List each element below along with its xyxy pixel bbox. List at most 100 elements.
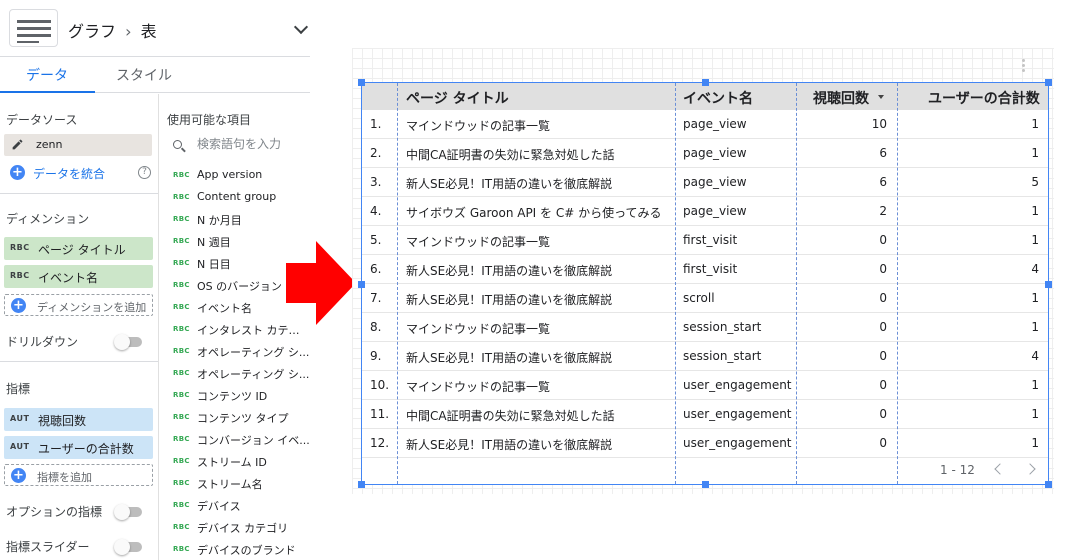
more-vert-icon[interactable]	[1022, 59, 1026, 75]
optional-metrics-toggle[interactable]	[114, 504, 142, 520]
available-fields-title: 使用可能な項目	[167, 113, 252, 127]
field-item[interactable]: RBC N か月目	[159, 209, 310, 231]
dimension-chip-event-name[interactable]: RBC イベント名	[4, 265, 153, 288]
cell-total-users: 1	[1031, 407, 1039, 421]
row-index: 4.	[370, 204, 382, 218]
add-dimension-button[interactable]: + ディメンションを追加	[4, 294, 153, 316]
header-event-name[interactable]: イベント名	[683, 88, 753, 108]
red-arrow-icon	[286, 241, 356, 325]
field-item[interactable]: RBC デバイス	[159, 495, 310, 517]
row-index: 6.	[370, 262, 382, 276]
cell-event-name: first_visit	[683, 233, 738, 247]
tab-style[interactable]: スタイル	[116, 65, 172, 85]
field-label: ストリーム名	[197, 478, 263, 491]
field-item[interactable]: RBC ストリーム ID	[159, 451, 310, 473]
resize-handle[interactable]	[358, 281, 365, 288]
field-item[interactable]: RBC Content group	[159, 187, 310, 209]
dimension-chip-page-title[interactable]: RBC ページ タイトル	[4, 237, 153, 260]
divider	[0, 361, 158, 362]
tab-data[interactable]: データ	[26, 65, 68, 85]
resize-handle[interactable]	[702, 79, 709, 86]
data-source-chip[interactable]: zenn	[4, 134, 152, 156]
data-config-column: データソース zenn + データを統合 ? ディメンション RBC ページ タ…	[0, 94, 158, 560]
active-tab-indicator	[0, 91, 95, 93]
help-icon[interactable]: ?	[138, 166, 151, 179]
text-type-icon: RBC	[173, 413, 190, 421]
metric-chip-total-users[interactable]: AUT ユーザーの合計数	[4, 436, 153, 459]
table-row[interactable]: 1. マインドウッドの記事一覧 page_view 10 1	[362, 110, 1048, 139]
pencil-icon[interactable]	[11, 138, 24, 151]
chevron-down-icon[interactable]	[293, 19, 309, 35]
text-type-icon: RBC	[173, 391, 190, 399]
field-item[interactable]: RBC オペレーティング シ...	[159, 341, 310, 363]
field-label: コンバージョン イベ...	[197, 434, 310, 447]
resize-handle[interactable]	[1045, 281, 1052, 288]
drilldown-toggle[interactable]	[114, 334, 142, 350]
dimension-title: ディメンション	[6, 212, 90, 226]
cell-views: 0	[879, 378, 887, 392]
table-row[interactable]: 7. 新人SE必見！IT用語の違いを徹底解説 scroll 0 1	[362, 284, 1048, 313]
field-item[interactable]: RBC ストリーム名	[159, 473, 310, 495]
cell-page-title: マインドウッドの記事一覧	[406, 235, 551, 249]
metric-slider-toggle[interactable]	[114, 539, 142, 555]
table-row[interactable]: 12. 新人SE必見！IT用語の違いを徹底解説 user_engagement 0 1	[362, 429, 1048, 458]
table-row[interactable]: 8. マインドウッドの記事一覧 session_start 0 1	[362, 313, 1048, 342]
table-chart[interactable]: ページ タイトル イベント名 視聴回数 ユーザーの合計数 1. マインドウッドの記…	[358, 79, 1052, 488]
text-type-icon: RBC	[173, 215, 190, 223]
cell-page-title: 新人SE必見！IT用語の違いを徹底解説	[406, 264, 613, 278]
table-row[interactable]: 9. 新人SE必見！IT用語の違いを徹底解説 session_start 0 4	[362, 342, 1048, 371]
add-circle-icon[interactable]: +	[10, 165, 25, 180]
cell-page-title: 新人SE必見！IT用語の違いを徹底解説	[406, 177, 613, 191]
resize-handle[interactable]	[1045, 79, 1052, 86]
sort-descending-icon[interactable]	[878, 95, 884, 99]
text-type-icon: RBC	[173, 259, 190, 267]
resize-handle[interactable]	[358, 481, 365, 488]
chevron-left-icon[interactable]	[994, 463, 1006, 475]
column-divider	[796, 83, 797, 484]
field-item[interactable]: RBC コンバージョン イベ...	[159, 429, 310, 451]
field-item[interactable]: RBC コンテンツ ID	[159, 385, 310, 407]
field-label: オペレーティング シ...	[197, 368, 310, 381]
resize-handle[interactable]	[1045, 481, 1052, 488]
header-total-users[interactable]: ユーザーの合計数	[928, 88, 1040, 108]
dimension-label: ページ タイトル	[38, 243, 126, 257]
field-item[interactable]: RBC デバイス カテゴリ	[159, 517, 310, 539]
field-label: OS のバージョン	[197, 280, 282, 293]
header-views[interactable]: 視聴回数	[813, 88, 869, 108]
field-item[interactable]: RBC オペレーティング シ...	[159, 363, 310, 385]
table-row[interactable]: 10. マインドウッドの記事一覧 user_engagement 0 1	[362, 371, 1048, 400]
text-type-icon: RBC	[173, 347, 190, 355]
text-type-icon: RBC	[173, 237, 190, 245]
field-search-input[interactable]	[197, 137, 309, 151]
cell-page-title: 中間CA証明書の失効に緊急対処した話	[406, 409, 615, 423]
table-chart-icon[interactable]	[9, 9, 58, 47]
column-divider	[397, 83, 398, 484]
metric-chip-views[interactable]: AUT 視聴回数	[4, 408, 153, 431]
field-label: App version	[197, 168, 263, 181]
add-metric-button[interactable]: + 指標を追加	[4, 464, 153, 486]
table-row[interactable]: 5. マインドウッドの記事一覧 first_visit 0 1	[362, 226, 1048, 255]
metric-title: 指標	[6, 382, 31, 396]
cell-views: 6	[879, 146, 887, 160]
text-type-icon: RBC	[173, 369, 190, 377]
blend-data-link[interactable]: データを統合	[33, 165, 105, 182]
table-row[interactable]: 3. 新人SE必見！IT用語の違いを徹底解説 page_view 6 5	[362, 168, 1048, 197]
resize-handle[interactable]	[358, 79, 365, 86]
field-item[interactable]: RBC App version	[159, 165, 310, 187]
table-row[interactable]: 6. 新人SE必見！IT用語の違いを徹底解説 first_visit 0 4	[362, 255, 1048, 284]
field-item[interactable]: RBC コンテンツ タイプ	[159, 407, 310, 429]
resize-handle[interactable]	[702, 481, 709, 488]
cell-event-name: session_start	[683, 349, 762, 363]
chevron-right-icon[interactable]	[1024, 463, 1036, 475]
cell-page-title: マインドウッドの記事一覧	[406, 322, 551, 336]
field-label: コンテンツ ID	[197, 390, 268, 403]
search-icon	[173, 140, 182, 149]
breadcrumb-separator: ›	[125, 22, 132, 41]
cell-views: 0	[879, 262, 887, 276]
field-item[interactable]: RBC デバイスのブランド	[159, 539, 310, 560]
table-row[interactable]: 2. 中間CA証明書の失効に緊急対処した話 page_view 6 1	[362, 139, 1048, 168]
cell-views: 0	[879, 407, 887, 421]
table-row[interactable]: 11. 中間CA証明書の失効に緊急対処した話 user_engagement 0 1	[362, 400, 1048, 429]
table-row[interactable]: 4. サイボウズ Garoon API を C# から使ってみる page_view…	[362, 197, 1048, 226]
header-page-title[interactable]: ページ タイトル	[406, 88, 509, 108]
